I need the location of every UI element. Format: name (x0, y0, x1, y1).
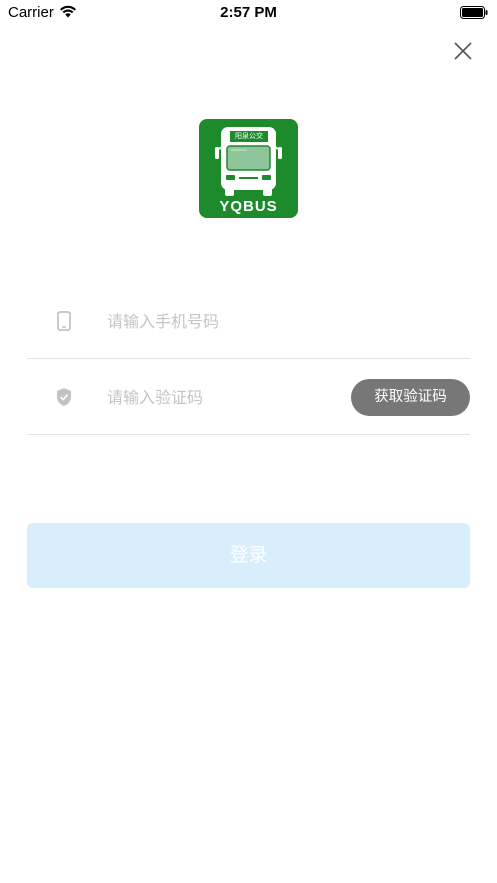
status-bar: Carrier 2:57 PM (0, 0, 497, 26)
phone-icon (57, 311, 71, 331)
close-icon (454, 42, 472, 60)
phone-input[interactable] (107, 307, 337, 335)
shield-check-icon (57, 388, 71, 406)
phone-field-row (27, 283, 470, 359)
get-code-button[interactable]: 获取验证码 (351, 379, 470, 416)
login-button[interactable]: 登录 (27, 523, 470, 588)
status-time: 2:57 PM (220, 4, 277, 21)
logo-brand-text: YQBUS (219, 198, 278, 215)
close-button[interactable] (450, 38, 476, 64)
code-input[interactable] (107, 383, 337, 411)
app-logo: 阳泉公交 YQBUS (199, 119, 298, 218)
divider (27, 434, 470, 435)
logo-sign-text: 阳泉公交 (230, 131, 268, 142)
battery-icon (460, 6, 488, 19)
